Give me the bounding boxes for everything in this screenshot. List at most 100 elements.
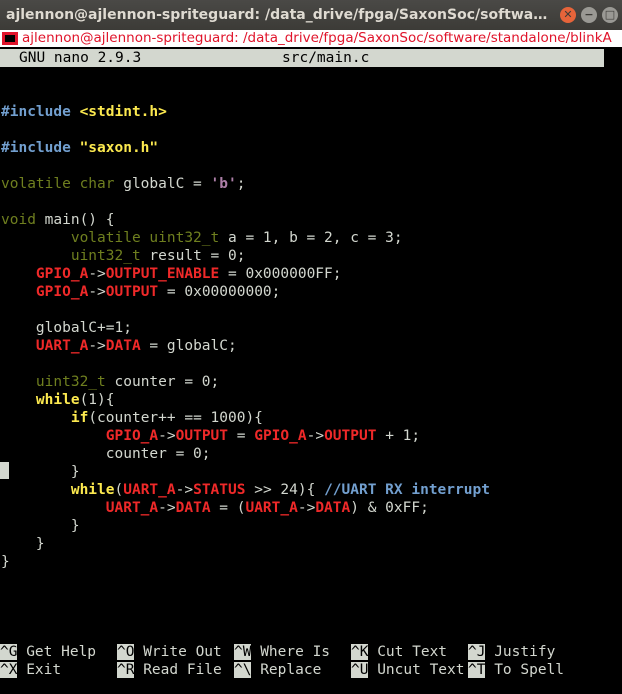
code-token: } xyxy=(1,464,80,480)
shortcut-label: Exit xyxy=(17,662,62,678)
shortcut-justify[interactable]: ^J Justify xyxy=(468,643,555,661)
code-token: + 1; xyxy=(376,428,421,444)
shortcut-replace[interactable]: ^\ Replace xyxy=(234,661,321,679)
window-title: ajlennon@ajlennon-spriteguard: /data_dri… xyxy=(6,7,554,23)
code-token: DATA xyxy=(315,500,351,516)
minimize-button[interactable]: − xyxy=(581,7,597,23)
code-token: (1){ xyxy=(79,392,115,408)
code-line: uint32_t counter = 0; xyxy=(1,373,490,391)
terminal-tab[interactable]: ajlennon@ajlennon-spriteguard: /data_dri… xyxy=(0,30,622,47)
code-editor[interactable]: #include <stdint.h> #include "saxon.h" v… xyxy=(1,85,490,571)
nano-header-bar: GNU nano 2.9.3 src/main.c xyxy=(0,49,604,67)
code-token: #include xyxy=(1,140,80,156)
code-line: } xyxy=(1,517,490,535)
code-token: ; xyxy=(236,176,246,192)
window-titlebar[interactable]: ajlennon@ajlennon-spriteguard: /data_dri… xyxy=(0,0,622,30)
shortcut-get-help[interactable]: ^G Get Help xyxy=(0,643,96,661)
code-token: GPIO_A xyxy=(254,428,307,444)
code-line: GPIO_A->OUTPUT = 0x00000000; xyxy=(1,283,490,301)
code-token: while xyxy=(70,482,115,498)
nano-filename: src/main.c xyxy=(282,50,370,66)
shortcut-write-out[interactable]: ^O Write Out xyxy=(117,643,222,661)
code-line: if(counter++ == 1000){ xyxy=(1,409,490,427)
code-token: uint32_t xyxy=(35,374,115,390)
code-token: while xyxy=(35,392,80,408)
shortcut-label: Replace xyxy=(251,662,322,678)
code-token: -> xyxy=(158,500,176,516)
code-token: -> xyxy=(88,284,106,300)
code-token: -> xyxy=(306,428,325,444)
terminal-icon xyxy=(2,32,18,45)
code-token: result = 0; xyxy=(149,248,246,264)
code-line: #include "saxon.h" xyxy=(1,139,490,157)
shortcut-key: ^X xyxy=(0,662,18,678)
shortcut-key: ^T xyxy=(468,662,486,678)
code-token: //UART RX interrupt xyxy=(324,482,490,498)
code-line: } xyxy=(1,553,490,571)
shortcut-key: ^W xyxy=(234,644,252,660)
shortcut-key: ^U xyxy=(351,662,369,678)
shortcut-uncut-text[interactable]: ^U Uncut Text xyxy=(351,661,465,679)
shortcut-key: ^\ xyxy=(234,662,252,678)
code-line: #include <stdint.h> xyxy=(1,103,490,121)
shortcut-label: Cut Text xyxy=(368,644,448,660)
code-token: -> xyxy=(158,428,176,444)
code-token: = ( xyxy=(210,500,246,516)
shortcut-label: To Spell xyxy=(485,662,565,678)
code-token: = xyxy=(228,428,255,444)
code-token: UART_A xyxy=(35,338,89,354)
code-line: while(UART_A->STATUS >> 24){ //UART RX i… xyxy=(1,481,490,499)
code-line: while(1){ xyxy=(1,391,490,409)
code-token: 'b' xyxy=(210,176,237,192)
code-token: -> xyxy=(88,266,106,282)
shortcut-read-file[interactable]: ^R Read File xyxy=(117,661,222,679)
code-token: ( xyxy=(114,482,124,498)
shortcut-key: ^R xyxy=(117,662,135,678)
code-token: volatile char xyxy=(1,176,124,192)
code-token: ) & 0xFF; xyxy=(350,500,429,516)
shortcut-label: Justify xyxy=(485,644,556,660)
code-token: GPIO_A xyxy=(105,428,159,444)
code-token: UART_A xyxy=(105,500,159,516)
shortcut-label: Uncut Text xyxy=(368,662,465,678)
shortcut-exit[interactable]: ^X Exit xyxy=(0,661,61,679)
code-token: -> xyxy=(88,338,106,354)
code-token: volatile uint32_t xyxy=(70,230,228,246)
code-token: UART_A xyxy=(245,500,298,516)
code-token: OUTPUT xyxy=(105,284,159,300)
maximize-button[interactable]: □ xyxy=(602,7,618,23)
code-line: globalC+=1; xyxy=(1,319,490,337)
code-token: STATUS xyxy=(193,482,246,498)
code-token: } xyxy=(1,536,45,552)
code-token: #include xyxy=(1,104,80,120)
code-token: OUTPUT xyxy=(175,428,229,444)
code-line: } xyxy=(1,463,490,481)
shortcut-where-is[interactable]: ^W Where Is xyxy=(234,643,330,661)
code-line: UART_A->DATA = globalC; xyxy=(1,337,490,355)
code-token: "saxon.h" xyxy=(79,140,159,156)
code-line: UART_A->DATA = (UART_A->DATA) & 0xFF; xyxy=(1,499,490,517)
shortcut-cut-text[interactable]: ^K Cut Text xyxy=(351,643,447,661)
shortcut-label: Where Is xyxy=(251,644,331,660)
close-button[interactable]: ✕ xyxy=(560,7,576,23)
code-line: GPIO_A->OUTPUT_ENABLE = 0x000000FF; xyxy=(1,265,490,283)
code-line: uint32_t result = 0; xyxy=(1,247,490,265)
shortcut-label: Get Help xyxy=(17,644,97,660)
shortcut-to-spell[interactable]: ^T To Spell xyxy=(468,661,564,679)
code-token: GPIO_A xyxy=(35,266,89,282)
code-line: void main() { xyxy=(1,211,490,229)
shortcut-bar-row-1: ^G Get Help ^O Write Out ^W Where Is ^K Cut… xyxy=(0,643,622,661)
shortcut-key: ^G xyxy=(0,644,18,660)
